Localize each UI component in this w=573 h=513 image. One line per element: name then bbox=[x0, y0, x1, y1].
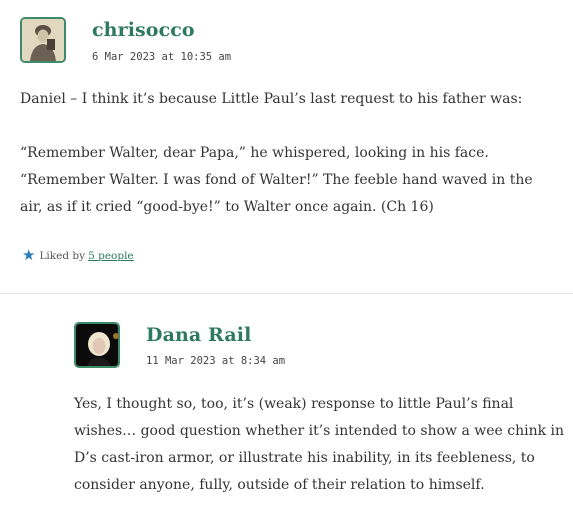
comment-paragraph: Yes, I thought so, too, it’s (weak) resp… bbox=[74, 396, 565, 493]
likes-row: ★ Liked by 5 people bbox=[22, 248, 134, 263]
comment-body: Daniel – I think it’s because Little Pau… bbox=[20, 86, 540, 221]
comment-paragraph: “Remember Walter, dear Papa,” he whisper… bbox=[20, 145, 533, 215]
blonde-portrait-avatar-icon[interactable] bbox=[74, 322, 120, 368]
comment-author[interactable]: Dana Rail bbox=[146, 324, 251, 346]
comment-paragraph: Daniel – I think it’s because Little Pau… bbox=[20, 91, 523, 107]
star-icon: ★ bbox=[22, 246, 36, 264]
comment-divider bbox=[0, 293, 573, 294]
comment-date[interactable]: 11 Mar 2023 at 8:34 am bbox=[146, 355, 285, 367]
likes-link[interactable]: 5 people bbox=[88, 250, 134, 262]
comment-author[interactable]: chrisocco bbox=[92, 19, 195, 41]
comment-body: Yes, I thought so, too, it’s (weak) resp… bbox=[74, 391, 566, 499]
comment-chrisocco: chrisocco 6 Mar 2023 at 10:35 am Daniel … bbox=[0, 0, 573, 294]
comment-date[interactable]: 6 Mar 2023 at 10:35 am bbox=[92, 51, 231, 63]
vintage-portrait-avatar-icon[interactable] bbox=[20, 17, 66, 63]
likes-label: Liked by bbox=[39, 249, 86, 262]
comment-dana-rail: Dana Rail 11 Mar 2023 at 8:34 am Yes, I … bbox=[0, 295, 573, 513]
